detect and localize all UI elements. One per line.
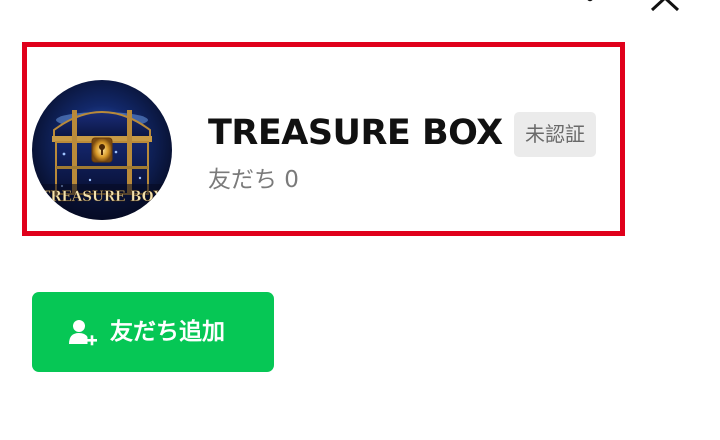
more-options-icon[interactable] <box>578 0 602 12</box>
add-friend-button[interactable]: 友だち追加 <box>32 292 274 372</box>
add-friend-label: 友だち追加 <box>110 319 225 345</box>
verification-badge: 未認証 <box>514 112 596 157</box>
friends-count: 友だち 0 <box>208 167 299 193</box>
avatar[interactable]: TREASURE BOX <box>32 80 172 220</box>
person-plus-icon <box>68 318 98 348</box>
avatar-text: TREASURE BOX <box>40 189 164 205</box>
profile-page: TREASURE BOX TREASURE BOX 未認証 友だち 0 友だち追… <box>0 0 720 440</box>
account-name: TREASURE BOX <box>208 113 503 153</box>
close-icon[interactable] <box>648 0 682 12</box>
